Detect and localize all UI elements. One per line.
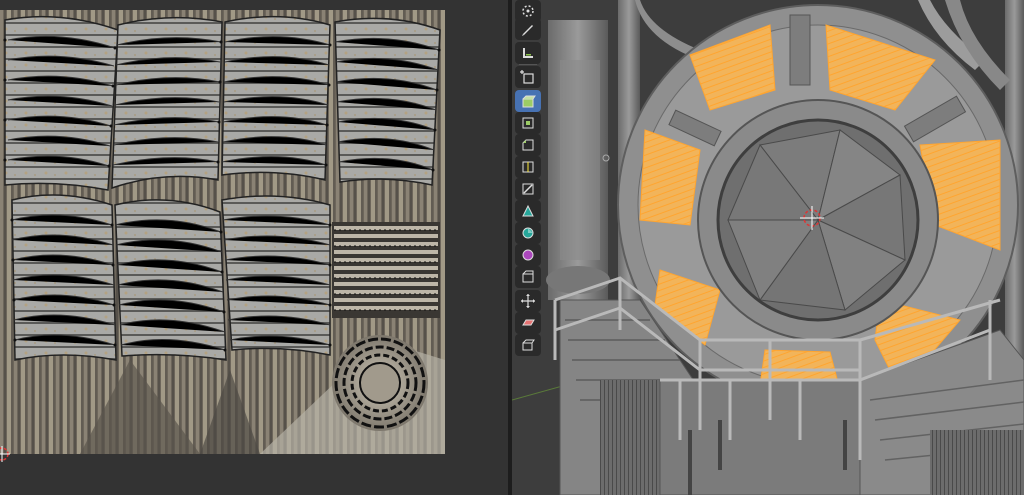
shear-tool-button[interactable] (515, 312, 541, 334)
pencil-icon (522, 25, 533, 36)
tool-shelf (513, 0, 543, 356)
measure-tool-button[interactable] (515, 42, 541, 64)
edge-slide-tool-button[interactable] (515, 266, 541, 288)
loop-cut-icon (522, 161, 534, 173)
bevel-icon (522, 139, 534, 151)
uv-island-panel-5[interactable] (11, 194, 117, 361)
uv-island-panel-4[interactable] (334, 17, 441, 186)
uv-editor[interactable] (0, 0, 508, 495)
bevel-tool-button[interactable] (515, 134, 541, 156)
add-cube-tool-button[interactable] (515, 66, 541, 88)
smooth-icon (522, 249, 534, 261)
add-cube-icon (520, 70, 534, 84)
shrink-fatten-icon (521, 294, 535, 308)
smooth-tool-button[interactable] (515, 244, 541, 266)
uv-island-round-disc[interactable] (332, 335, 428, 431)
3d-viewport[interactable] (512, 0, 1024, 495)
uv-island-panel-2[interactable] (111, 16, 223, 190)
uv-island-ring-strips[interactable] (332, 222, 440, 318)
rip-tool-button[interactable] (515, 334, 541, 356)
blender-window (0, 0, 1024, 495)
inset-tool-button[interactable] (515, 112, 541, 134)
viewport-canvas[interactable] (512, 0, 1024, 495)
cursor-icon (522, 5, 534, 17)
spin-icon (522, 227, 534, 239)
uv-island-panel-6[interactable] (114, 199, 227, 361)
uv-island-panel-3[interactable] (221, 15, 331, 181)
poly-build-tool-button[interactable] (515, 200, 541, 222)
knife-tool-button[interactable] (515, 178, 541, 200)
shrink-fatten-tool-button[interactable] (515, 290, 541, 312)
uv-island-panel-7[interactable] (221, 195, 331, 356)
tank-object (546, 20, 610, 300)
uv-canvas[interactable] (0, 0, 508, 495)
uv-island-panel-1[interactable] (4, 15, 119, 191)
loop-cut-tool-button[interactable] (515, 156, 541, 178)
extrude-tool-button[interactable] (515, 90, 541, 112)
knife-icon (522, 183, 534, 195)
ruler-icon (523, 48, 533, 58)
rip-icon (522, 339, 535, 351)
shear-icon (522, 319, 535, 326)
edge-slide-icon (522, 270, 534, 283)
inset-icon (522, 117, 534, 129)
poly-build-icon (522, 204, 534, 217)
annotate-tool-button[interactable] (515, 18, 541, 40)
spin-tool-button[interactable] (515, 222, 541, 244)
extrude-icon (522, 95, 536, 108)
